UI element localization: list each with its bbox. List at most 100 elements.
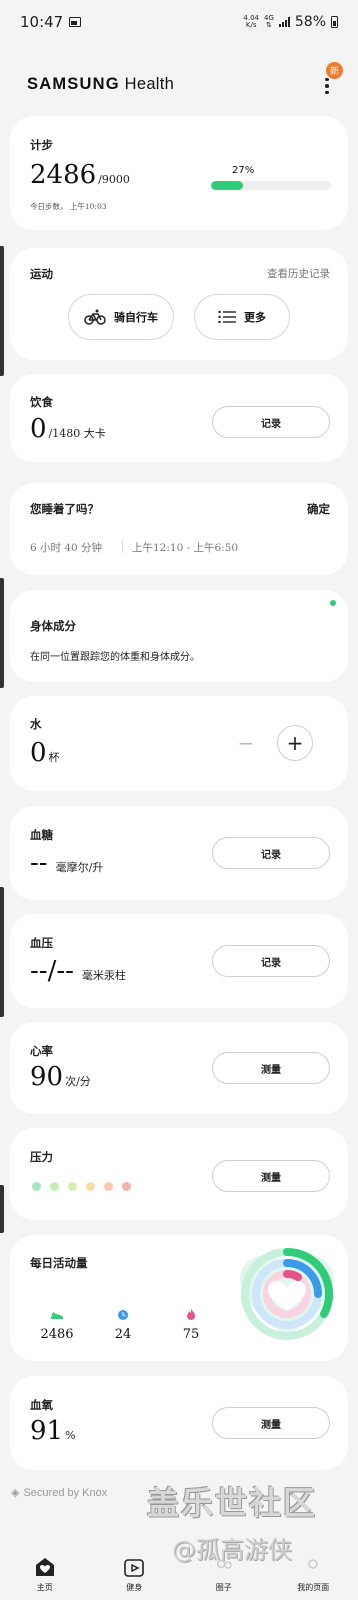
shoe-icon (51, 1312, 63, 1319)
water-value-row: 0杯 (30, 738, 60, 768)
water-value: 0 (30, 738, 47, 768)
nav-together[interactable]: 圈子 (179, 1540, 269, 1600)
activity-calories-value: 75 (182, 1327, 200, 1342)
history-link[interactable]: 查看历史记录 (267, 266, 330, 281)
food-value-row: 0/1480 大卡 (30, 414, 106, 444)
spo2-value-row: 91% (30, 1416, 76, 1446)
heart-unit: 次/分 (65, 1075, 91, 1088)
bp-title: 血压 (30, 936, 53, 950)
heart-rate-card[interactable]: 心率 90 次/分 测量 (10, 1022, 348, 1114)
spo2-card[interactable]: 血氧 91% 测量 (10, 1376, 348, 1470)
activity-title: 每日活动量 (30, 1256, 88, 1270)
stress-dot (104, 1182, 113, 1191)
nav-home[interactable]: 主页 (0, 1540, 90, 1600)
net-speed-unit: K/s (245, 21, 257, 29)
net-speed: 4.04 K/s (243, 15, 259, 29)
app-title-suffix: Health (119, 75, 175, 93)
sleep-confirm-button[interactable]: 确定 (307, 501, 330, 517)
spo2-unit: % (65, 1429, 76, 1442)
together-icon (216, 1559, 232, 1569)
bicycle-icon (84, 309, 106, 325)
water-plus-button[interactable]: + (277, 725, 313, 761)
stress-dot (68, 1182, 77, 1191)
edge-panel-handle[interactable] (0, 1185, 4, 1233)
steps-progress-bar (211, 181, 331, 190)
knox-label: Secured by Knox (23, 1486, 108, 1499)
spo2-measure-button[interactable]: 测量 (212, 1407, 330, 1439)
food-goal: /1480 大卡 (48, 427, 106, 440)
food-record-button[interactable]: 记录 (212, 406, 330, 438)
glucose-unit: 毫摩尔/升 (55, 861, 104, 874)
heart-value: 90 (30, 1062, 64, 1092)
nav-my-page[interactable]: 我的页面 (269, 1540, 358, 1600)
gallery-icon (69, 17, 82, 27)
stress-card[interactable]: 压力 测量 (10, 1128, 348, 1220)
battery-icon (331, 16, 338, 28)
steps-progress-fill (211, 181, 244, 190)
stress-dot (122, 1182, 131, 1191)
sleep-card: 您睡着了吗？ 确定 6 小时 40 分钟 上午12:10 - 上午6:50 (10, 483, 348, 575)
glucose-card[interactable]: 血糖 -- 毫摩尔/升 记录 (10, 806, 348, 900)
app-title: SAMSUNG Health (27, 75, 174, 94)
body-description: 在同一位置跟踪您的体重和身体成分。 (30, 652, 200, 663)
app-title-brand: SAMSUNG (27, 75, 120, 93)
heart-title: 心率 (30, 1044, 53, 1058)
bp-value: --/-- (30, 956, 74, 986)
profile-icon (308, 1559, 318, 1569)
list-icon (218, 310, 236, 324)
more-exercise-label: 更多 (244, 311, 266, 324)
edge-panel-handle[interactable] (0, 578, 4, 688)
activity-steps-value: 2486 (40, 1327, 74, 1342)
glucose-value-row: -- 毫摩尔/升 (30, 848, 103, 878)
home-heart-icon (35, 1558, 54, 1576)
activity-minutes-value: 24 (114, 1327, 132, 1342)
glucose-record-button[interactable]: 记录 (212, 837, 330, 869)
watermark-community: 盖乐世社区 (147, 1484, 318, 1522)
stress-measure-button[interactable]: 测量 (212, 1160, 330, 1192)
sleep-divider (122, 539, 123, 553)
new-indicator-dot (330, 600, 336, 606)
new-badge: 新 (326, 62, 343, 79)
stress-level-dots (32, 1182, 131, 1191)
exercise-card: 运动 查看历史记录 骑自行车 更多 (10, 248, 348, 360)
sleep-range: 上午12:10 - 上午6:50 (132, 542, 239, 554)
steps-value-row: 2486/9000 (30, 160, 130, 190)
water-minus-button[interactable]: − (228, 725, 264, 761)
knox-icon: ◈ (11, 1487, 20, 1499)
steps-card[interactable]: 计步 2486/9000 今日步数， 上午10:03 27% (10, 116, 348, 230)
stress-dot (32, 1182, 41, 1191)
nav-together-label: 圈子 (215, 1583, 232, 1592)
sleep-duration: 6 小时 40 分钟 (30, 542, 103, 554)
flame-icon (187, 1309, 195, 1320)
blood-pressure-card[interactable]: 血压 --/-- 毫米汞柱 记录 (10, 914, 348, 1008)
steps-subtitle: 今日步数， 上午10:03 (30, 202, 107, 211)
data-arrows-icon: ⇅ (265, 21, 272, 29)
edge-panel-handle[interactable] (0, 887, 4, 1017)
edge-panel-handle[interactable] (0, 246, 4, 376)
body-composition-card[interactable]: 身体成分 在同一位置跟踪您的体重和身体成分。 (10, 590, 348, 682)
water-unit: 杯 (48, 751, 60, 764)
sleep-question: 您睡着了吗？ (30, 502, 99, 516)
cycling-label: 骑自行车 (114, 311, 158, 324)
activity-rings-icon (240, 1247, 334, 1340)
nav-home-label: 主页 (36, 1583, 53, 1592)
signal-icon (278, 17, 290, 27)
steps-value: 2486 (30, 160, 97, 190)
cycling-button[interactable]: 骑自行车 (68, 294, 174, 340)
steps-title: 计步 (30, 138, 53, 152)
more-exercise-button[interactable]: 更多 (194, 294, 290, 340)
glucose-title: 血糖 (30, 828, 53, 842)
stress-dot (86, 1182, 95, 1191)
nav-fitness[interactable]: 健身 (90, 1540, 180, 1600)
exercise-title: 运动 (30, 267, 53, 281)
activity-steps: 2486 (32, 1305, 82, 1342)
food-value: 0 (30, 414, 47, 444)
daily-activity-card[interactable]: 每日活动量 2486 24 75 (10, 1235, 348, 1361)
bottom-navigation: 主页 健身 圈子 我的页面 (0, 1540, 358, 1600)
heart-measure-button[interactable]: 测量 (212, 1052, 330, 1084)
water-title: 水 (30, 717, 42, 731)
water-card: 水 0杯 − + (10, 696, 348, 791)
food-card[interactable]: 饮食 0/1480 大卡 记录 (10, 374, 348, 462)
status-time: 10:47 (20, 13, 64, 31)
bp-record-button[interactable]: 记录 (212, 945, 330, 977)
